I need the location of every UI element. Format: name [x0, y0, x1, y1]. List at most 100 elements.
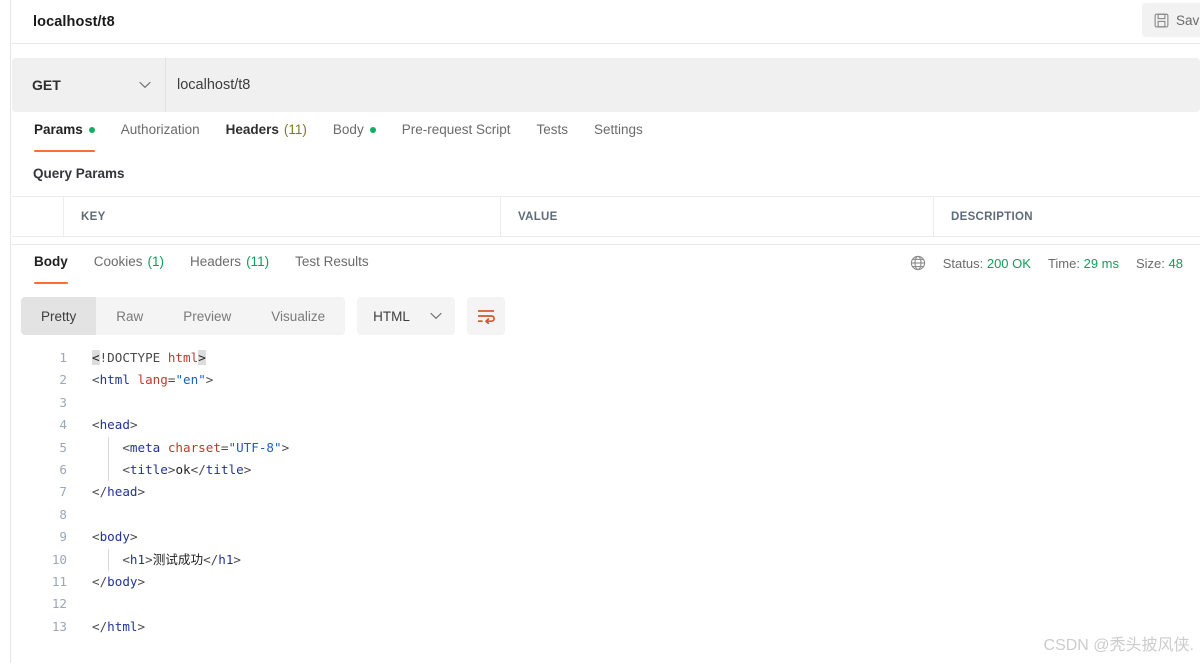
request-tab-label: Params: [34, 122, 83, 137]
code-token: !DOCTYPE: [99, 350, 168, 365]
request-tab-label: Tests: [536, 122, 569, 137]
code-token: body: [107, 573, 138, 589]
code-line-text: <head>: [67, 414, 1200, 436]
request-response-pane: localhost/t8 Sav GET localhost/t8 Params…: [12, 0, 1200, 663]
params-col-check: [12, 197, 64, 236]
indent-guide: [108, 436, 109, 482]
response-tab-cookies[interactable]: Cookies (1): [81, 254, 177, 286]
request-tab-pre-request-script[interactable]: Pre-request Script: [389, 122, 524, 154]
code-token: </: [203, 551, 219, 567]
response-view-label: Pretty: [41, 308, 77, 324]
code-token: title: [129, 461, 168, 477]
response-tab-count: (1): [147, 254, 165, 269]
code-token: "UTF-8": [228, 439, 282, 455]
code-token: >: [233, 551, 241, 567]
code-token: </: [190, 461, 206, 477]
response-body-code[interactable]: 1 <!DOCTYPE html> 2 <html lang="en"> 3 4 <head…: [12, 347, 1200, 638]
left-rail: [0, 0, 11, 663]
response-meta: Status: 200 OK Time: 29 ms Size: 48: [910, 255, 1200, 271]
code-line: 9 <body>: [12, 526, 1200, 548]
response-view-pretty[interactable]: Pretty: [21, 297, 97, 335]
code-token: >: [281, 439, 290, 455]
size-item: Size: 48: [1136, 256, 1183, 271]
response-header-row: Body Cookies (1) Headers (11) Test Results St…: [12, 254, 1200, 288]
code-line-text: <!DOCTYPE html>: [67, 347, 1200, 369]
time-item: Time: 29 ms: [1048, 256, 1119, 271]
request-tab-authorization[interactable]: Authorization: [108, 122, 213, 154]
response-tab-test-results[interactable]: Test Results: [282, 254, 382, 286]
active-tab-underline: [34, 281, 68, 284]
code-line: 11 </body>: [12, 571, 1200, 593]
response-tab-label: Body: [34, 254, 68, 269]
response-tab-body[interactable]: Body: [21, 254, 81, 286]
active-tab-underline: [34, 149, 95, 152]
code-token: 测试成功: [152, 551, 204, 567]
code-token: <: [92, 439, 130, 455]
code-token: </: [92, 618, 108, 634]
response-view-visualize[interactable]: Visualize: [251, 297, 345, 335]
code-token: ok: [175, 461, 191, 477]
chevron-down-icon: [139, 81, 151, 89]
code-line-text: <h1>测试成功</h1>: [67, 549, 1200, 571]
line-number: 13: [51, 618, 67, 634]
chevron-down-icon: [430, 312, 442, 320]
code-token: body: [99, 529, 130, 545]
code-token: >: [198, 350, 206, 365]
params-col-description: DESCRIPTION: [951, 210, 1033, 223]
url-input[interactable]: localhost/t8: [166, 58, 1200, 112]
save-button[interactable]: Sav: [1142, 3, 1200, 37]
code-token: =: [220, 439, 229, 455]
code-line: 6 <title>ok</title>: [12, 459, 1200, 481]
code-token: </: [92, 484, 108, 500]
response-view-preview[interactable]: Preview: [163, 297, 251, 335]
request-tab-body[interactable]: Body: [320, 122, 389, 154]
code-token: lang: [137, 372, 168, 388]
request-tab-settings[interactable]: Settings: [581, 122, 656, 154]
response-tab-label: Cookies: [93, 254, 143, 269]
request-tab-label: Settings: [594, 122, 643, 137]
response-tab-label: Headers: [190, 254, 242, 269]
watermark: CSDN @秃头披风侠.: [1043, 637, 1194, 654]
code-token: >: [137, 573, 146, 589]
request-tab-tests[interactable]: Tests: [524, 122, 582, 154]
status-value: 200 OK: [986, 255, 1031, 271]
request-tab-params[interactable]: Params: [21, 122, 108, 154]
response-divider: [12, 244, 1200, 245]
url-bar: GET localhost/t8: [12, 58, 1200, 112]
request-tab-label: Authorization: [120, 122, 200, 137]
status-label: Status:: [942, 255, 984, 271]
code-line-text: [67, 593, 1200, 615]
response-body-toolbar: Pretty Raw Preview Visualize HTML: [12, 297, 1200, 335]
code-line: 5 <meta charset="UTF-8">: [12, 437, 1200, 459]
word-wrap-button[interactable]: [467, 297, 506, 335]
query-params-table-header: KEY VALUE DESCRIPTION: [12, 196, 1200, 237]
code-token: <: [92, 551, 130, 567]
http-method-select[interactable]: GET: [12, 58, 166, 112]
code-token: <: [92, 350, 100, 365]
size-value: 48: [1168, 255, 1183, 271]
size-label: Size:: [1136, 255, 1165, 271]
line-number: 9: [59, 529, 67, 545]
request-tab-headers[interactable]: Headers (11): [213, 122, 320, 154]
response-format-select[interactable]: HTML: [357, 297, 456, 335]
code-line: 13 </html>: [12, 616, 1200, 638]
code-line: 8: [12, 504, 1200, 526]
time-value: 29 ms: [1083, 255, 1119, 271]
line-number: 10: [51, 551, 67, 567]
response-view-label: Raw: [116, 308, 144, 324]
response-tab-count: (11): [246, 254, 270, 269]
line-number: 4: [59, 417, 67, 433]
code-token: >: [129, 417, 138, 433]
code-line-text: <html lang="en">: [67, 369, 1200, 391]
code-token: >: [145, 551, 153, 567]
code-line: 12: [12, 593, 1200, 615]
code-line: 4 <head>: [12, 414, 1200, 436]
response-view-label: Preview: [183, 308, 232, 324]
response-view-raw[interactable]: Raw: [96, 297, 163, 335]
line-number: 2: [59, 372, 67, 388]
params-col-key: KEY: [64, 197, 501, 236]
code-token: html: [99, 372, 138, 388]
code-line: 1 <!DOCTYPE html>: [12, 347, 1200, 369]
response-tab-headers[interactable]: Headers (11): [177, 254, 282, 286]
globe-icon: [910, 255, 925, 271]
